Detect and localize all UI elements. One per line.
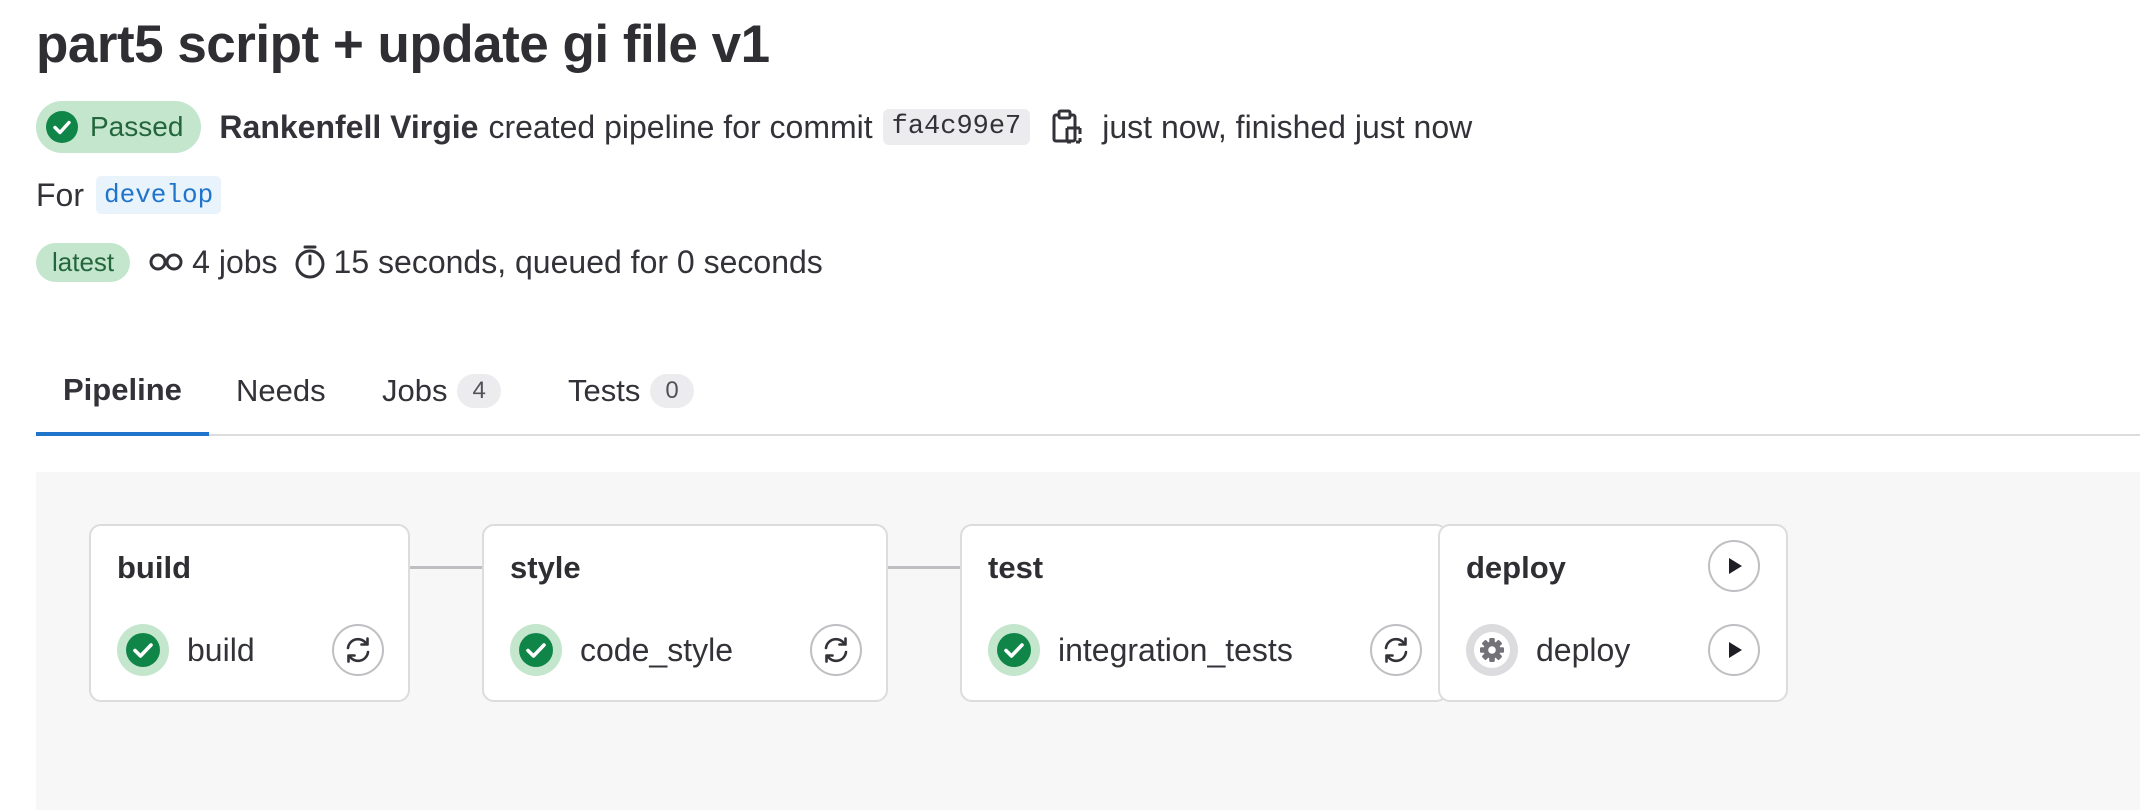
play-icon [1729, 642, 1742, 658]
tab-pipeline[interactable]: Pipeline [36, 348, 209, 436]
job-build[interactable]: build [117, 622, 255, 678]
stage-deploy: deploy deploy [1438, 524, 1788, 702]
run-stage-button[interactable] [1708, 540, 1760, 592]
job-deploy[interactable]: deploy [1466, 622, 1630, 678]
job-name: deploy [1536, 631, 1631, 668]
success-status-icon [510, 624, 562, 676]
retry-icon [1384, 637, 1408, 663]
stage-title: style [510, 550, 581, 585]
success-status-icon [988, 624, 1040, 676]
retry-icon [824, 637, 848, 663]
page-title: part5 script + update gi file v1 [36, 15, 770, 74]
duration-text: 15 seconds, queued for 0 seconds [333, 243, 823, 280]
retry-job-button[interactable] [332, 624, 384, 676]
stage-build: build build [89, 524, 410, 702]
run-job-button[interactable] [1708, 624, 1760, 676]
check-circle-icon [46, 111, 78, 143]
tab-jobs[interactable]: Jobs 4 [382, 348, 501, 434]
pipeline-tabs: Pipeline Needs Jobs 4 Tests 0 [36, 348, 2140, 436]
copy-commit-button[interactable] [1050, 108, 1084, 146]
jobs-count-text: 4 jobs [192, 243, 278, 280]
stage-connector [888, 566, 960, 569]
stage-style: style code_style [482, 524, 888, 702]
retry-icon [346, 637, 370, 663]
play-icon [1729, 558, 1742, 574]
pipeline-jobs-icon [148, 250, 184, 274]
copy-to-clipboard-icon [1052, 109, 1082, 144]
pipeline-info: latest 4 jobs 15 seconds, queued for 0 s… [36, 240, 823, 284]
for-label: For [36, 176, 84, 213]
manual-status-icon [1466, 624, 1518, 676]
tab-label: Needs [236, 373, 326, 408]
ref-link[interactable]: develop [96, 176, 222, 214]
tests-count-badge: 0 [650, 374, 694, 408]
tab-needs[interactable]: Needs [236, 348, 326, 434]
tab-label: Pipeline [63, 372, 182, 407]
commit-sha-link[interactable]: fa4c99e7 [882, 109, 1031, 145]
tab-tests[interactable]: Tests 0 [568, 348, 694, 434]
latest-badge: latest [36, 242, 131, 282]
time-text: just now, finished just now [1102, 108, 1473, 145]
retry-job-button[interactable] [810, 624, 862, 676]
job-name: build [187, 631, 255, 668]
stage-title: build [117, 550, 192, 585]
stage-test: test integration_tests [960, 524, 1448, 702]
pipeline-meta: Passed Rankenfell Virgie created pipelin… [36, 100, 1472, 154]
jobs-count-badge: 4 [457, 374, 501, 408]
created-text: created pipeline for commit [488, 108, 873, 145]
status-badge[interactable]: Passed [36, 101, 202, 153]
job-integration-tests[interactable]: integration_tests [988, 622, 1293, 678]
job-name: integration_tests [1058, 631, 1293, 668]
timer-icon [294, 244, 326, 280]
success-status-icon [117, 624, 169, 676]
job-name: code_style [580, 631, 733, 668]
pipeline-page: part5 script + update gi file v1 Passed … [36, 0, 2140, 810]
status-label: Passed [90, 111, 184, 142]
stage-title: deploy [1466, 550, 1566, 585]
job-code-style[interactable]: code_style [510, 622, 733, 678]
stage-title: test [988, 550, 1044, 585]
stage-connector [410, 566, 482, 569]
retry-job-button[interactable] [1370, 624, 1422, 676]
ref-row: For develop [36, 176, 222, 214]
tab-label: Jobs [382, 373, 448, 408]
author-link[interactable]: Rankenfell Virgie [219, 109, 478, 146]
tab-label: Tests [568, 373, 641, 408]
